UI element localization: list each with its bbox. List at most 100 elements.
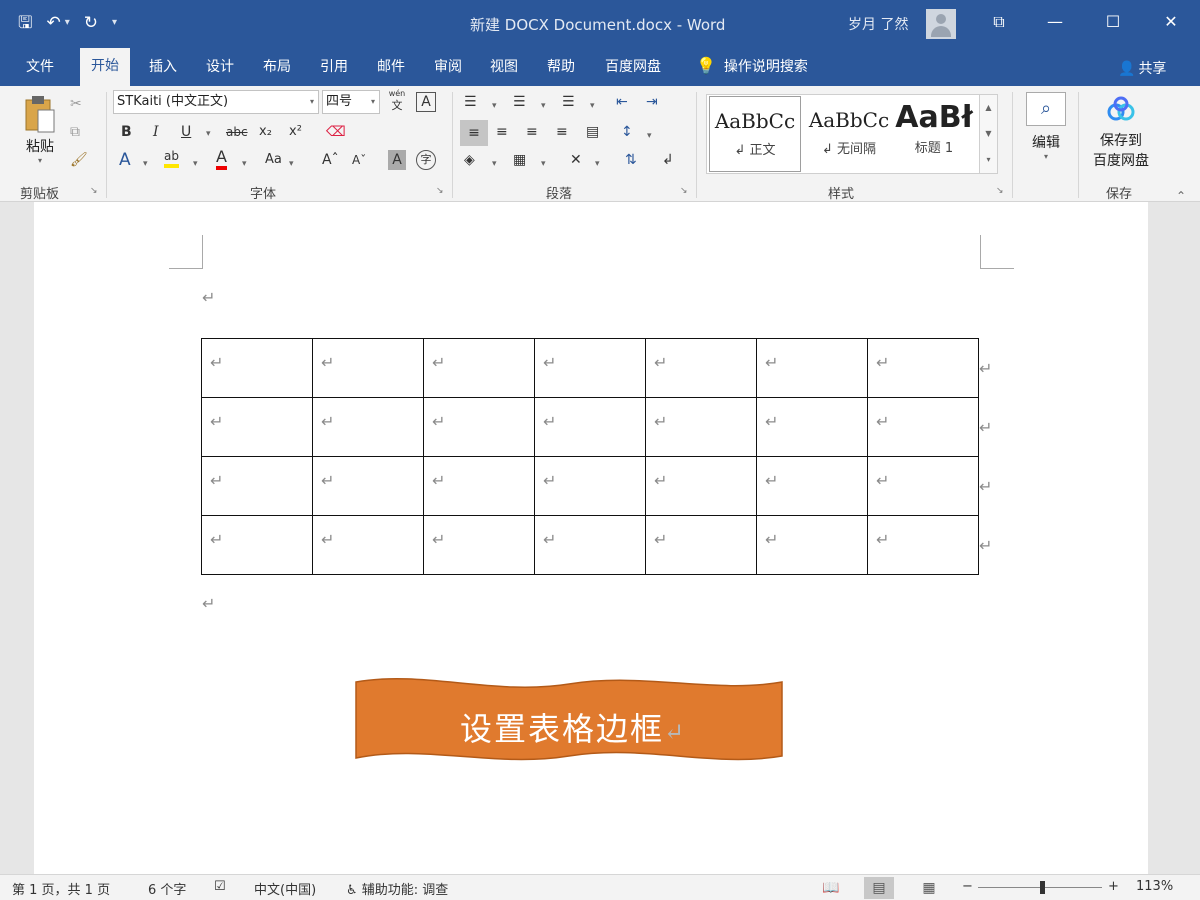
table-cell[interactable]: ↵ bbox=[645, 397, 757, 457]
tab-help[interactable]: 帮助 bbox=[547, 56, 575, 86]
page-count[interactable]: 第 1 页，共 1 页 bbox=[12, 879, 110, 898]
tab-review[interactable]: 审阅 bbox=[434, 56, 462, 86]
shading-icon[interactable]: ◈ bbox=[464, 150, 475, 170]
table-cell[interactable]: ↵ bbox=[867, 456, 979, 516]
avatar[interactable] bbox=[926, 9, 956, 39]
tab-references[interactable]: 引用 bbox=[320, 56, 348, 86]
superscript-button[interactable]: x² bbox=[289, 122, 302, 142]
table-cell[interactable]: ↵ bbox=[645, 515, 757, 575]
chevron-down-icon[interactable]: ▾ bbox=[595, 154, 600, 174]
font-color-button[interactable]: A bbox=[216, 148, 227, 170]
chevron-down-icon[interactable]: ▾ bbox=[541, 96, 546, 116]
tab-file[interactable]: 文件 bbox=[26, 56, 54, 86]
table-cell[interactable]: ↵ bbox=[201, 338, 313, 398]
tab-view[interactable]: 视图 bbox=[490, 56, 518, 86]
underline-button[interactable]: U bbox=[181, 122, 191, 142]
tab-design[interactable]: 设计 bbox=[206, 56, 234, 86]
clear-formatting-icon[interactable]: ⌫ bbox=[326, 122, 346, 142]
table-cell[interactable]: ↵ bbox=[645, 338, 757, 398]
language[interactable]: 中文(中国) bbox=[254, 879, 316, 898]
subscript-button[interactable]: x₂ bbox=[259, 122, 272, 142]
table-cell[interactable]: ↵ bbox=[867, 515, 979, 575]
character-border-button[interactable]: A bbox=[416, 92, 436, 112]
style-heading-1[interactable]: AaBł 标题 1 bbox=[891, 96, 977, 172]
redo-icon[interactable]: ↻ bbox=[84, 10, 98, 36]
chevron-down-icon[interactable]: ▼ bbox=[980, 121, 997, 147]
style-normal[interactable]: AaBbCc ↲ 正文 bbox=[709, 96, 801, 172]
save-icon[interactable]: 🖫 bbox=[18, 10, 32, 36]
title-banner[interactable]: 设置表格边框↵ bbox=[354, 676, 784, 764]
tab-insert[interactable]: 插入 bbox=[149, 56, 177, 86]
increase-indent-icon[interactable]: ⇥ bbox=[646, 92, 658, 112]
shrink-font-button[interactable]: Aˇ bbox=[352, 150, 366, 170]
chevron-down-icon[interactable]: ▾ bbox=[541, 154, 546, 174]
format-painter-icon[interactable]: 🖌 bbox=[70, 150, 88, 170]
table-cell[interactable]: ↵ bbox=[423, 397, 535, 457]
table-cell[interactable]: ↵ bbox=[867, 397, 979, 457]
table-cell[interactable]: ↵ bbox=[534, 456, 646, 516]
table-cell[interactable]: ↵ bbox=[645, 456, 757, 516]
grow-font-button[interactable]: Aˆ bbox=[322, 150, 339, 170]
proofing-icon[interactable]: ☑ bbox=[214, 879, 226, 894]
line-spacing-icon[interactable]: ↕ bbox=[621, 122, 633, 142]
table-cell[interactable]: ↵ bbox=[534, 515, 646, 575]
zoom-level[interactable]: 113% bbox=[1136, 879, 1173, 894]
chevron-down-icon[interactable]: ▾ bbox=[647, 126, 652, 146]
customize-qat-icon[interactable]: ▾ bbox=[112, 10, 117, 36]
strikethrough-button[interactable]: abc bbox=[226, 122, 248, 142]
undo-icon[interactable]: ↶ bbox=[46, 10, 60, 36]
user-name[interactable]: 岁月 了然 bbox=[848, 14, 908, 34]
document-page[interactable]: ↵ ↵ ↵ ↵ ↵ ↵ ↵ ↵ ↵ ↵ ↵ ↵ ↵ ↵ ↵ ↵ ↵ ↵ ↵ ↵ ↵ ↵ ↵ ↵ ↵ ↵ ↵ ↵ ↵ ↵ ↵ ↵ ↵ ↵… bbox=[34, 202, 1148, 874]
ribbon-display-options-icon[interactable]: ⧉ bbox=[984, 12, 1014, 32]
table-cell[interactable]: ↵ bbox=[756, 456, 868, 516]
table-cell[interactable]: ↵ bbox=[312, 338, 424, 398]
table-cell[interactable]: ↵ bbox=[201, 456, 313, 516]
zoom-slider-thumb[interactable] bbox=[1040, 881, 1045, 894]
document-table[interactable]: ↵ ↵ ↵ ↵ ↵ ↵ ↵ ↵ ↵ ↵ ↵ ↵ ↵ ↵ ↵ ↵ ↵ ↵ ↵ ↵ ↵ ↵ ↵ ↵ ↵ ↵ ↵ ↵ bbox=[201, 338, 979, 575]
change-case-button[interactable]: Aa bbox=[265, 150, 282, 170]
chevron-down-icon[interactable]: ▾ bbox=[242, 154, 247, 174]
text-effects-button[interactable]: A bbox=[119, 150, 131, 170]
vertical-scroll-area[interactable] bbox=[1148, 202, 1200, 874]
chevron-down-icon[interactable]: ▾ bbox=[590, 96, 595, 116]
table-cell[interactable]: ↵ bbox=[534, 397, 646, 457]
multilevel-list-icon[interactable]: ☰ bbox=[562, 92, 575, 112]
copy-icon[interactable]: ⧉ bbox=[70, 122, 80, 142]
align-center-icon[interactable]: ≡ bbox=[496, 122, 508, 142]
dialog-launcher-icon[interactable]: ↘ bbox=[436, 186, 444, 196]
table-cell[interactable]: ↵ bbox=[534, 338, 646, 398]
share-button[interactable]: 👤 共享 bbox=[1118, 58, 1166, 78]
table-cell[interactable]: ↵ bbox=[423, 338, 535, 398]
justify-icon[interactable]: ≡ bbox=[556, 122, 568, 142]
table-cell[interactable]: ↵ bbox=[867, 338, 979, 398]
table-cell[interactable]: ↵ bbox=[423, 456, 535, 516]
table-cell[interactable]: ↵ bbox=[201, 397, 313, 457]
table-cell[interactable]: ↵ bbox=[756, 515, 868, 575]
distributed-icon[interactable]: ▤ bbox=[586, 122, 599, 142]
sort-icon[interactable]: ⇅ bbox=[625, 150, 637, 170]
font-name-combobox[interactable]: STKaiti (中文正文) ▾ bbox=[113, 90, 319, 114]
dialog-launcher-icon[interactable]: ↘ bbox=[90, 186, 98, 196]
chevron-down-icon[interactable]: ▾ bbox=[206, 124, 211, 144]
chinese-layout-icon[interactable]: ✕ bbox=[570, 150, 582, 170]
style-no-spacing[interactable]: AaBbCc ↲ 无间隔 bbox=[803, 96, 895, 172]
cut-icon[interactable]: ✂ bbox=[70, 94, 82, 114]
table-cell[interactable]: ↵ bbox=[423, 515, 535, 575]
chevron-down-icon[interactable]: ▾ bbox=[492, 154, 497, 174]
table-cell[interactable]: ↵ bbox=[312, 515, 424, 575]
close-button[interactable]: ✕ bbox=[1156, 12, 1186, 31]
show-paragraph-marks-icon[interactable]: ↲ bbox=[662, 150, 674, 170]
tell-me-search[interactable]: 💡 操作说明搜索 bbox=[696, 56, 808, 76]
table-cell[interactable]: ↵ bbox=[201, 515, 313, 575]
tab-baidu-netdisk[interactable]: 百度网盘 bbox=[605, 56, 661, 86]
bold-button[interactable]: B bbox=[121, 122, 132, 142]
table-cell[interactable]: ↵ bbox=[756, 338, 868, 398]
bullets-icon[interactable]: ☰ bbox=[464, 92, 477, 112]
borders-icon[interactable]: ▦ bbox=[513, 150, 526, 170]
numbering-icon[interactable]: ☰ bbox=[513, 92, 526, 112]
align-left-icon[interactable]: ≡ bbox=[460, 120, 488, 146]
dialog-launcher-icon[interactable]: ↘ bbox=[680, 186, 688, 196]
zoom-in-button[interactable]: + bbox=[1108, 879, 1119, 894]
enclose-characters-button[interactable]: 字 bbox=[416, 150, 436, 170]
table-cell[interactable]: ↵ bbox=[312, 456, 424, 516]
